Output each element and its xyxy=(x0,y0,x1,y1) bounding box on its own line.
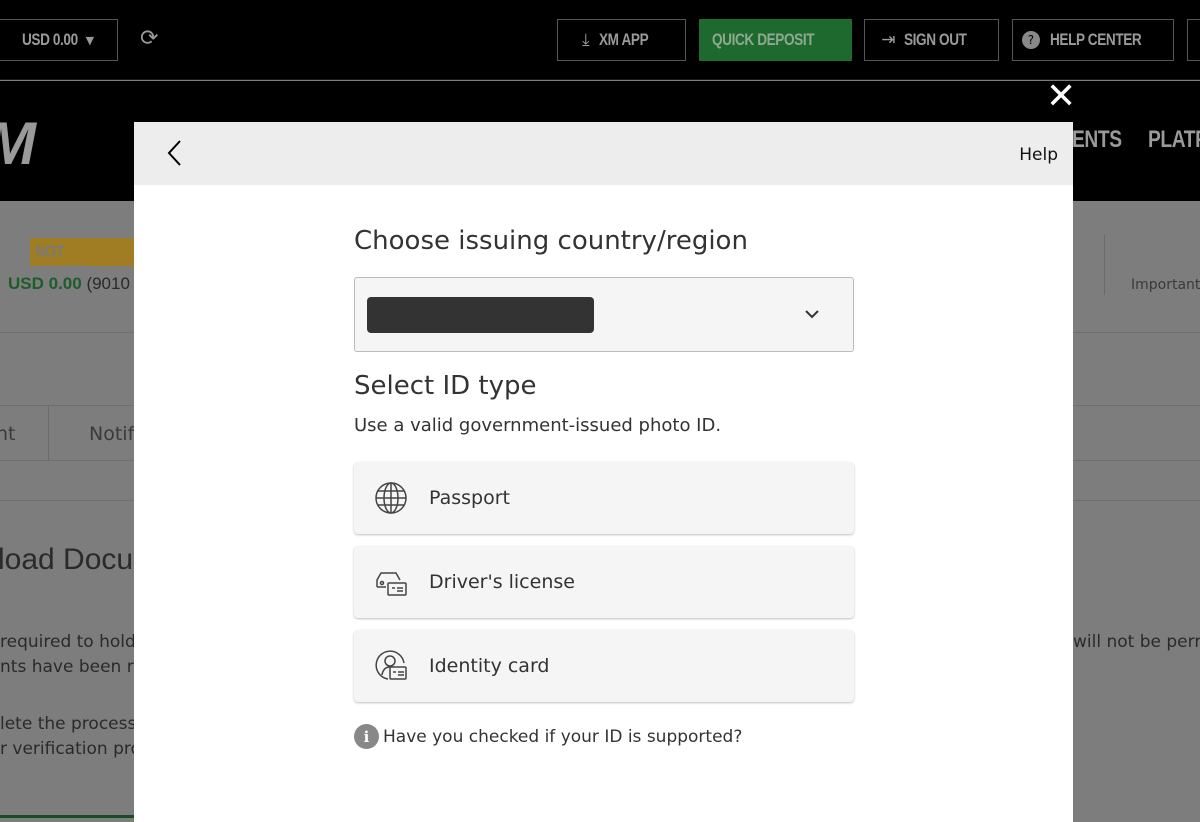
back-icon[interactable] xyxy=(166,139,182,167)
body-text: nts have been re xyxy=(0,657,144,677)
question-icon: ? xyxy=(1021,31,1040,49)
sign-out-button[interactable]: ⇥ SIGN OUT xyxy=(864,19,999,61)
tab[interactable]: nt xyxy=(0,423,16,445)
id-verification-modal: Help Choose issuing country/region Selec… xyxy=(134,122,1073,822)
account-balance: USD 0.00 (9010 xyxy=(8,274,130,293)
modal-header: Help xyxy=(134,122,1073,185)
option-identity-card[interactable]: Identity card xyxy=(354,630,854,702)
sign-out-icon: ⇥ xyxy=(881,30,896,50)
top-bar: USD 0.00 ▼ ⟳ ⤓ XM APP QUICK DEPOSIT ⇥ SIGN … xyxy=(0,0,1200,80)
country-title: Choose issuing country/region xyxy=(354,226,748,256)
country-select[interactable] xyxy=(354,277,854,352)
help-link[interactable]: Help xyxy=(1019,145,1058,165)
nav-item[interactable]: ENTS xyxy=(1072,125,1134,154)
option-drivers-license[interactable]: Driver's license xyxy=(354,546,854,618)
quick-deposit-button[interactable]: QUICK DEPOSIT xyxy=(699,19,852,61)
body-text: required to hold xyxy=(0,632,136,652)
status-badge: NOT VERIFIE xyxy=(30,238,140,266)
car-card-icon xyxy=(376,572,407,596)
caret-down-icon: ▼ xyxy=(85,33,95,47)
divider xyxy=(1104,235,1105,295)
person-card-icon xyxy=(375,650,407,680)
id-type-subtitle: Use a valid government-issued photo ID. xyxy=(354,415,722,436)
logo: M xyxy=(0,109,36,178)
nav-item[interactable]: PLATF xyxy=(1148,125,1200,154)
id-support-link[interactable]: i Have you checked if your ID is support… xyxy=(354,724,742,749)
xm-app-button[interactable]: ⤓ XM APP xyxy=(557,19,686,61)
tab[interactable]: Notif xyxy=(89,423,134,445)
help-center-button[interactable]: ? HELP CENTER xyxy=(1012,19,1174,61)
divider xyxy=(48,406,49,460)
globe-icon xyxy=(375,482,407,514)
page-heading: load Docu xyxy=(0,543,134,576)
refresh-icon[interactable]: ⟳ xyxy=(140,26,158,51)
more-button[interactable] xyxy=(1187,19,1200,61)
info-icon: i xyxy=(354,724,379,749)
option-passport[interactable]: Passport xyxy=(354,462,854,534)
close-icon[interactable]: ✕ xyxy=(1046,76,1076,117)
body-text: will not be perm xyxy=(1073,632,1200,652)
balance-dropdown[interactable]: USD 0.00 ▼ xyxy=(0,19,118,61)
chevron-down-icon xyxy=(805,310,819,319)
body-text: r verification pro xyxy=(0,739,141,759)
id-type-title: Select ID type xyxy=(354,371,537,401)
redacted-country-value xyxy=(367,297,594,333)
download-icon: ⤓ xyxy=(581,30,590,50)
important-label: Important xyxy=(1131,277,1200,293)
body-text: lete the process xyxy=(0,714,137,734)
